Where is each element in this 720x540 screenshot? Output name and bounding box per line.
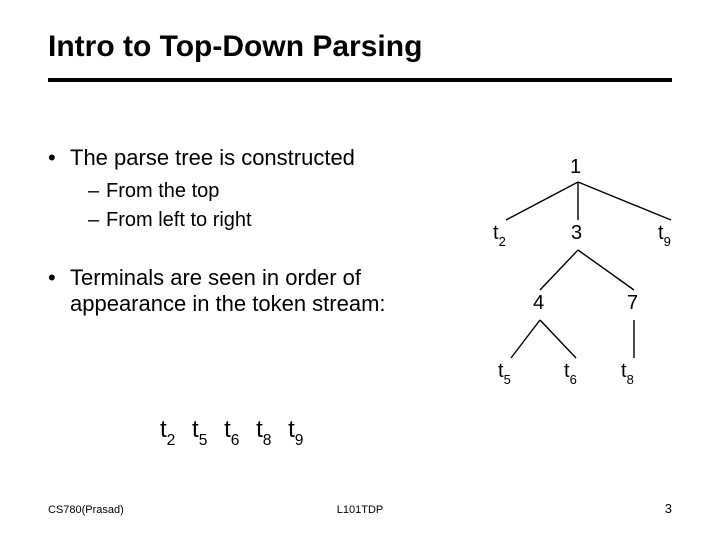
tree-node-t8: t8: [621, 360, 634, 385]
title-rule: [48, 78, 672, 82]
tree-node-1: 1: [570, 156, 581, 179]
tree-node-3: 3: [571, 222, 582, 245]
tree-node-t5: t5: [498, 360, 511, 385]
bullet-2-text: Terminals are seen in order of appearanc…: [70, 265, 478, 317]
bullet-dash-icon: –: [88, 206, 106, 235]
body-text: • The parse tree is constructed – From t…: [48, 145, 478, 323]
bullet-1b-text: From left to right: [106, 206, 252, 235]
token-t2: t2: [160, 416, 175, 448]
tree-node-t6: t6: [564, 360, 577, 385]
bullet-dot-icon: •: [48, 265, 70, 317]
bullet-1-text: The parse tree is constructed: [70, 145, 355, 171]
slide: Intro to Top-Down Parsing • The parse tr…: [0, 0, 720, 540]
token-t9: t9: [288, 416, 303, 448]
footer-page-number: 3: [665, 501, 672, 516]
bullet-2: • Terminals are seen in order of appeara…: [48, 265, 478, 317]
tree-node-t9: t9: [658, 222, 671, 247]
footer-center: L101TDP: [0, 504, 720, 516]
tree-node-4: 4: [533, 292, 544, 315]
tree-node-7: 7: [627, 292, 638, 315]
token-t6: t6: [224, 416, 239, 448]
slide-title: Intro to Top-Down Parsing: [48, 30, 422, 64]
tree-edges: [486, 150, 696, 410]
bullet-dash-icon: –: [88, 177, 106, 206]
bullet-1a: – From the top: [88, 177, 478, 206]
bullet-1b: – From left to right: [88, 206, 478, 235]
bullet-1: • The parse tree is constructed: [48, 145, 478, 171]
bullet-1a-text: From the top: [106, 177, 219, 206]
token-t8: t8: [256, 416, 271, 448]
parse-tree-diagram: 1 t2 3 t9 4 7 t5 t6 t8: [486, 150, 696, 410]
bullet-dot-icon: •: [48, 145, 70, 171]
token-t5: t5: [192, 416, 207, 448]
token-sequence: t2 t5 t6 t8 t9: [160, 416, 313, 448]
tree-node-t2: t2: [493, 222, 506, 247]
